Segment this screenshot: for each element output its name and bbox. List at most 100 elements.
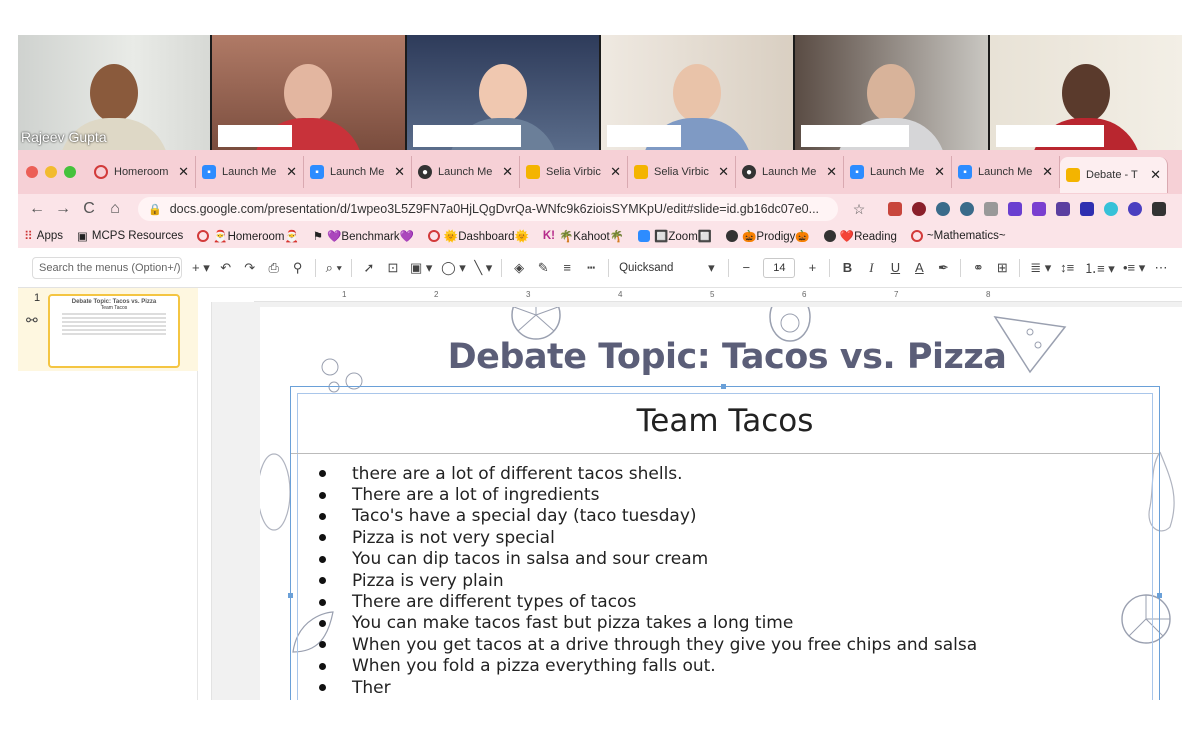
video-tile[interactable] [406,35,599,150]
zoom-icon[interactable]: ⌕ ▾ [326,260,342,276]
slide-canvas[interactable]: Debate Topic: Tacos vs. Pizza Team Tacos… [260,307,1182,700]
undo-icon[interactable]: ↶ [219,260,233,276]
video-tile[interactable] [600,35,794,150]
close-icon[interactable]: ✕ [718,164,729,180]
comment-icon[interactable]: ⊞ [995,260,1009,276]
extension-icon[interactable] [1032,202,1046,216]
bookmark-apps[interactable]: ⠿ Apps [24,229,63,243]
extension-icon[interactable] [1056,202,1070,216]
slide-thumbnail-row[interactable]: 1 ⚯ Debate Topic: Tacos vs. Pizza Team T… [18,288,198,371]
bookmark-star-icon[interactable]: ☆ [846,201,872,218]
list-item[interactable]: Pizza is not very special [313,527,977,548]
underline-icon[interactable]: U [888,260,902,275]
bookmark-item[interactable]: ▣ MCPS Resources [77,229,183,243]
border-dash-icon[interactable]: ┅ [584,260,598,276]
link-icon[interactable]: ⚭ [971,260,985,276]
list-item[interactable]: When you fold a pizza everything falls o… [313,656,977,677]
bookmark-item[interactable]: ⚑ 💜Benchmark💜 [313,229,414,243]
menu-search-input[interactable]: Search the menus (Option+/) [32,256,182,279]
list-item[interactable]: there are a lot of different tacos shell… [313,463,977,484]
select-cursor-icon[interactable]: ➚ [362,260,376,276]
browser-tab[interactable]: ▪ Launch Me ✕ [844,156,952,188]
home-icon[interactable]: ⌂ [102,200,128,218]
close-icon[interactable]: ✕ [394,164,405,180]
close-icon[interactable]: ✕ [286,164,297,180]
increase-font-size-button[interactable]: + [805,260,819,275]
close-icon[interactable]: ✕ [934,164,945,180]
bulleted-list-icon[interactable]: •≡ ▾ [1123,260,1145,276]
text-color-icon[interactable]: A [912,260,926,275]
extension-icon[interactable] [1104,202,1118,216]
browser-tab[interactable]: ● Launch Me ✕ [412,156,520,188]
extension-icon[interactable] [1080,202,1094,216]
reload-icon[interactable]: C [76,200,102,218]
highlight-icon[interactable]: ✒ [936,260,950,276]
forward-arrow-icon[interactable]: → [50,200,76,218]
back-arrow-icon[interactable]: ← [24,200,50,218]
extension-icon[interactable] [1128,202,1142,216]
numbered-list-icon[interactable]: ⒈≡ ▾ [1084,258,1115,277]
slide-title[interactable]: Debate Topic: Tacos vs. Pizza [260,337,1182,377]
resize-handle[interactable] [721,384,726,389]
line-spacing-icon[interactable]: ↕≡ [1060,260,1074,275]
url-field[interactable]: 🔒 docs.google.com/presentation/d/1wpeo3L… [138,197,838,221]
italic-icon[interactable]: I [864,260,878,276]
line-icon[interactable]: ╲ ▾ [474,260,492,276]
more-icon[interactable]: ⋯ [1154,260,1168,276]
browser-tab[interactable]: ● Launch Me ✕ [736,156,844,188]
image-icon[interactable]: ▣ ▾ [410,260,432,276]
shape-icon[interactable]: ◯ ▾ [441,260,466,276]
paint-format-icon[interactable]: ⚲ [291,260,305,276]
close-icon[interactable]: ✕ [502,164,513,180]
extension-icon[interactable] [912,202,926,216]
browser-tab[interactable]: ▪ Launch Me ✕ [952,156,1060,188]
list-item[interactable]: There are a lot of ingredients [313,484,977,505]
font-size-input[interactable]: 14 [763,257,796,278]
close-icon[interactable]: ✕ [610,164,621,180]
browser-tab-active[interactable]: Debate - T ✕ [1060,157,1168,193]
list-item[interactable]: You can dip tacos in salsa and sour crea… [313,549,977,570]
bookmark-item[interactable]: 🔲Zoom🔲 [638,229,712,243]
redo-icon[interactable]: ↷ [243,260,257,276]
close-icon[interactable]: ✕ [1042,164,1053,180]
puzzle-icon[interactable] [1152,202,1166,216]
bookmark-item[interactable]: 🌞Dashboard🌞 [427,229,529,243]
bold-icon[interactable]: B [840,260,854,275]
bookmark-item[interactable]: K! 🌴Kahoot🌴 [543,229,624,243]
new-slide-icon[interactable]: + ▾ [192,260,210,276]
extension-icon[interactable] [936,202,950,216]
maximize-window-button[interactable] [64,166,76,178]
bookmark-item[interactable]: ❤️Reading [823,229,897,243]
argument-list[interactable]: there are a lot of different tacos shell… [313,463,977,698]
extension-icon[interactable] [984,202,998,216]
selected-text-box[interactable]: Team Tacos there are a lot of different … [288,384,1162,700]
close-icon[interactable]: ✕ [826,164,837,180]
align-icon[interactable]: ≣ ▾ [1030,260,1051,276]
font-select[interactable]: Quicksand [619,262,694,274]
bookmark-item[interactable]: 🎃Prodigy🎃 [726,229,810,243]
list-item[interactable]: Ther [313,677,977,698]
close-icon[interactable]: ✕ [1150,167,1161,183]
border-weight-icon[interactable]: ≡ [560,260,574,275]
browser-tab[interactable]: ▪ Launch Me ✕ [196,156,304,188]
video-tile-active-speaker[interactable] [989,35,1182,150]
extension-icon[interactable] [888,202,902,216]
minimize-window-button[interactable] [45,166,57,178]
video-tile[interactable]: Rajeev Gupta [18,35,211,150]
print-icon[interactable]: ⎙ [267,260,281,276]
chevron-down-icon[interactable]: ▾ [704,260,718,276]
slide-thumbnail[interactable]: Debate Topic: Tacos vs. Pizza Team Tacos [48,294,180,368]
list-item[interactable]: When you get tacos at a drive through th… [313,634,977,655]
decrease-font-size-button[interactable]: − [739,260,753,275]
extension-icon[interactable] [960,202,974,216]
browser-tab[interactable]: Homeroom ✕ [88,156,196,188]
resize-handle[interactable] [1157,593,1162,598]
browser-tab[interactable]: Selia Virbic ✕ [520,156,628,188]
resize-handle[interactable] [288,593,293,598]
list-item[interactable]: There are different types of tacos [313,591,977,612]
border-color-icon[interactable]: ✎ [536,260,550,276]
fill-color-icon[interactable]: ◈ [512,260,526,276]
close-icon[interactable]: ✕ [178,164,189,180]
close-window-button[interactable] [26,166,38,178]
browser-tab[interactable]: ▪ Launch Me ✕ [304,156,412,188]
